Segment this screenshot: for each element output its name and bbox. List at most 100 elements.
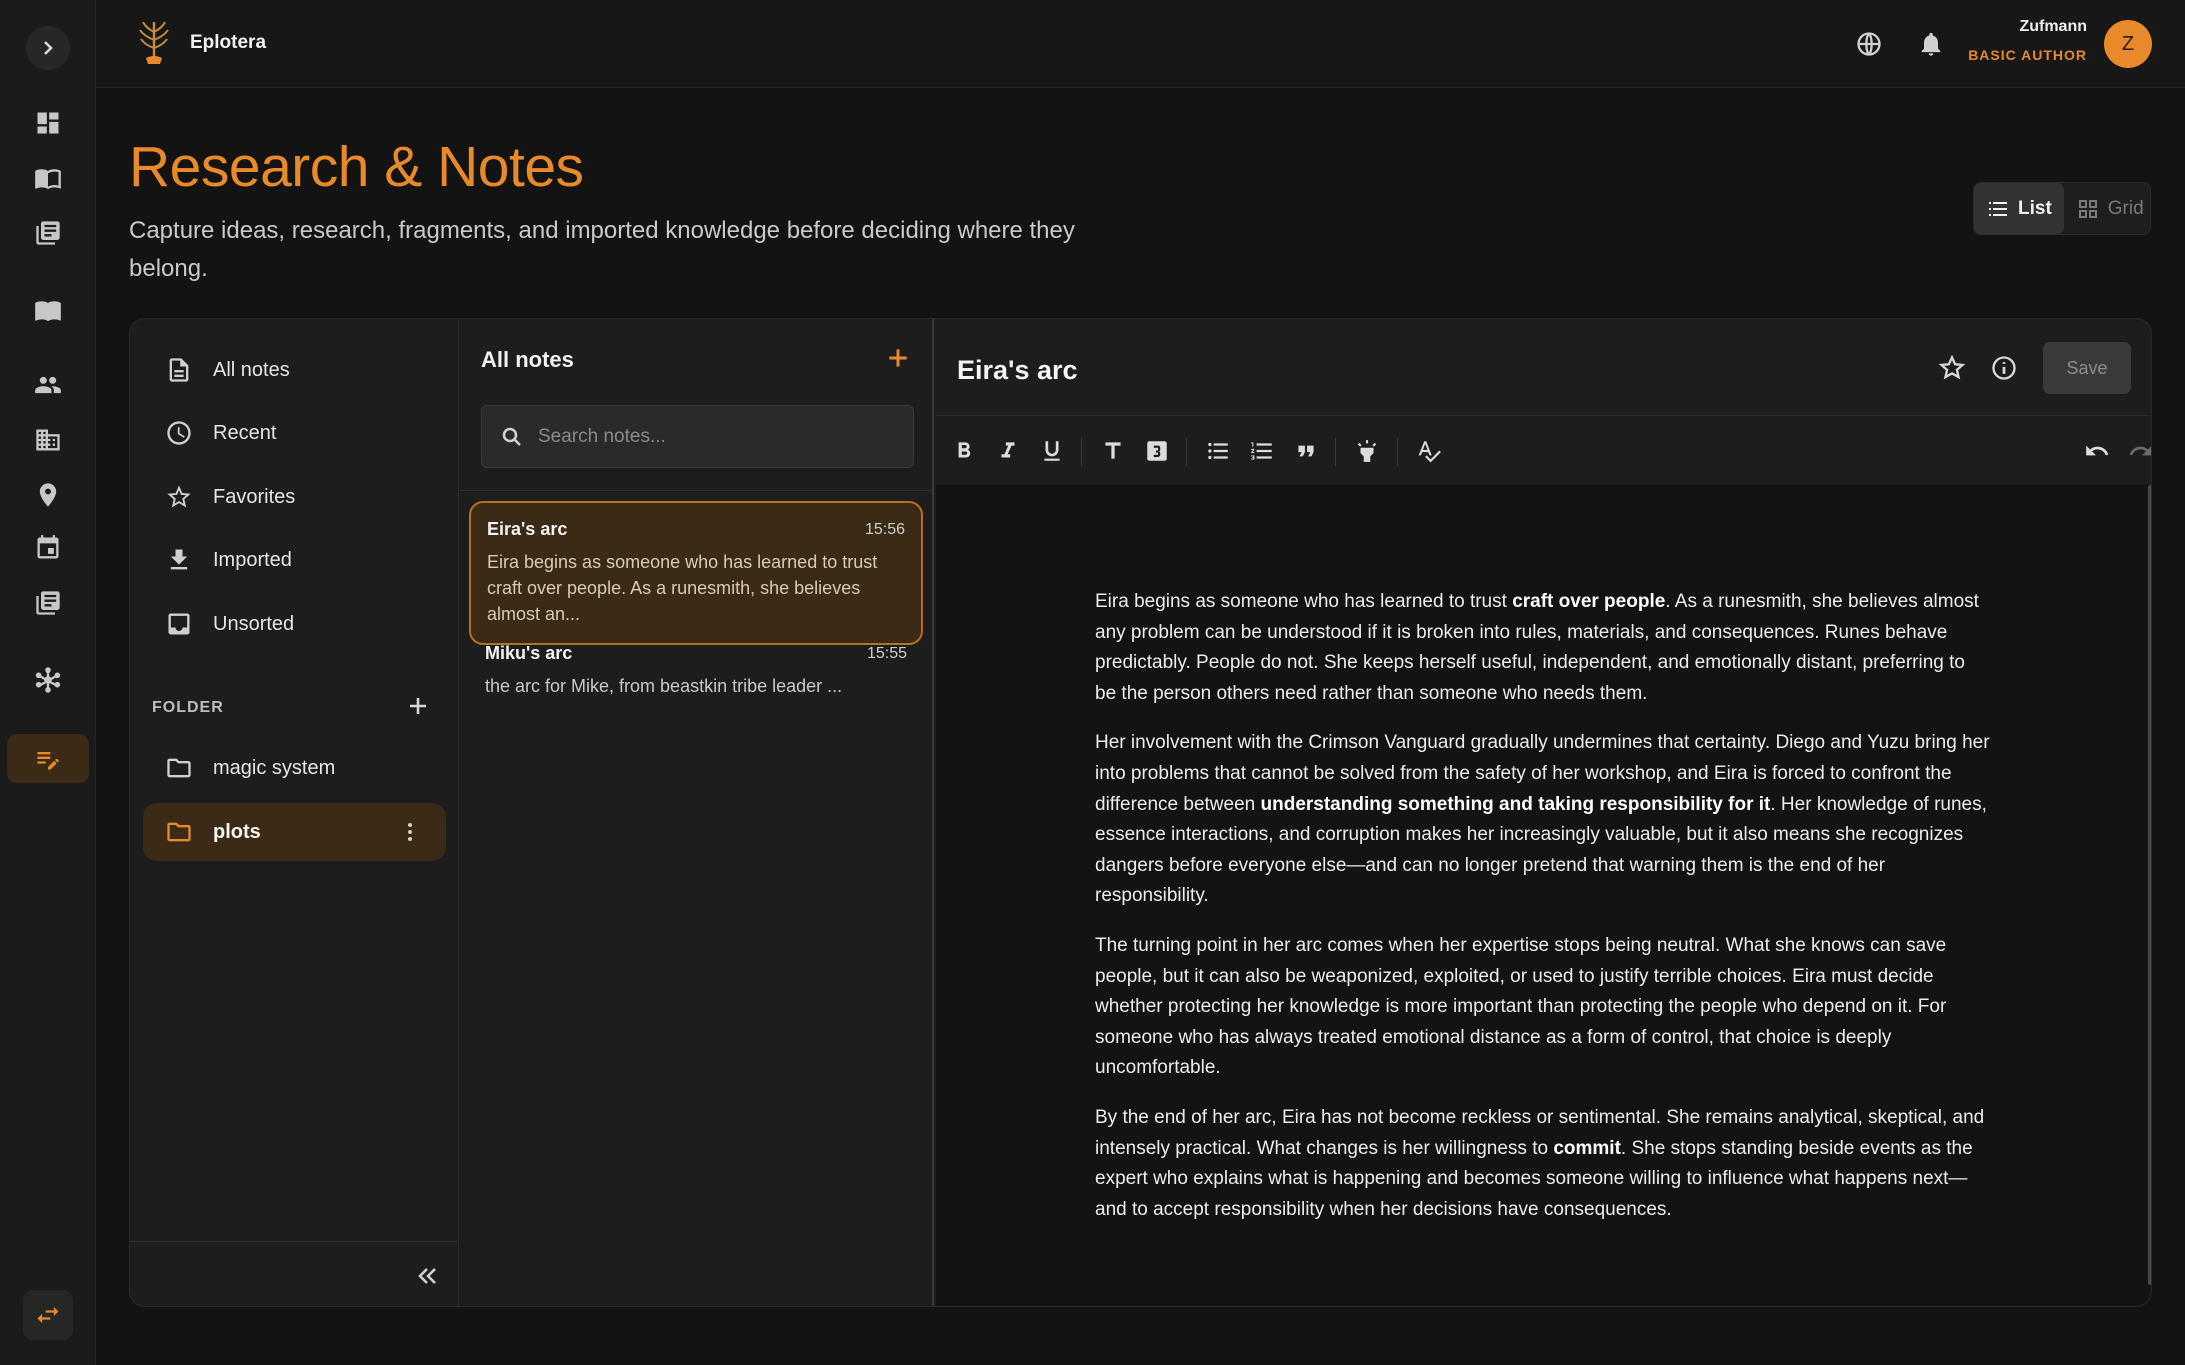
nav-recent[interactable]: Recent	[143, 404, 446, 462]
note-preview: the arc for Mike, from beastkin tribe le…	[485, 676, 843, 696]
open-book-icon	[35, 301, 61, 322]
eplotera-logo-icon	[134, 18, 174, 68]
expand-rail-button[interactable]	[26, 26, 70, 70]
note-item[interactable]: Miku's arc 15:55 the arc for Mike, from …	[469, 627, 923, 715]
italic-icon	[1001, 442, 1015, 458]
notes-list-title: All notes	[481, 347, 574, 372]
inbox-icon	[168, 613, 190, 635]
rail-notes-button[interactable]	[7, 734, 89, 783]
folder-heading: FOLDER	[152, 699, 224, 716]
brand[interactable]: Eplotera	[134, 18, 266, 68]
spellcheck-button[interactable]	[1415, 437, 1443, 465]
nav-unsorted[interactable]: Unsorted	[143, 595, 446, 653]
note-paragraph: Eira begins as someone who has learned t…	[1095, 587, 1990, 709]
notes-panel: All notes Recent Favorites Imported Unso…	[129, 318, 2152, 1307]
folder-options-button[interactable]	[398, 820, 422, 844]
editor-scrollbar[interactable]	[2148, 485, 2151, 1285]
more-vertical-icon	[408, 823, 412, 841]
rail-lore-button[interactable]	[0, 578, 96, 628]
rail-codex-button[interactable]	[0, 285, 96, 335]
network-icon	[35, 667, 61, 693]
editor-toolbar	[936, 415, 2151, 485]
rail-dashboard-button[interactable]	[0, 98, 96, 148]
folder-plots[interactable]: plots	[143, 803, 446, 861]
people-icon	[35, 376, 61, 394]
rail-organizations-button[interactable]	[0, 415, 96, 465]
italic-button[interactable]	[994, 437, 1022, 465]
quote-button[interactable]	[1292, 437, 1320, 465]
note-title: Eira's arc	[487, 519, 568, 539]
save-button[interactable]: Save	[2043, 342, 2131, 394]
undo-button[interactable]	[2083, 437, 2111, 465]
bullet-list-button[interactable]	[1204, 437, 1232, 465]
toolbar-separator	[1397, 438, 1398, 466]
nav-label: Favorites	[213, 485, 296, 508]
language-button[interactable]	[1853, 28, 1885, 60]
text-icon	[1105, 442, 1121, 459]
editor-document[interactable]: Eira begins as someone who has learned t…	[936, 485, 2151, 1306]
library-icon	[36, 591, 60, 615]
view-toggle: List Grid	[1973, 182, 2151, 235]
text-size-button[interactable]	[1099, 437, 1127, 465]
star-icon	[1938, 354, 1966, 380]
nav-label: Unsorted	[213, 612, 295, 635]
spellcheck-icon	[1418, 441, 1441, 463]
avatar[interactable]: Z	[2104, 20, 2152, 68]
quote-icon	[1298, 445, 1314, 457]
view-list-button[interactable]: List	[1974, 183, 2064, 234]
rail-characters-button[interactable]	[0, 360, 96, 410]
underline-button[interactable]	[1038, 437, 1066, 465]
folder-magic-system[interactable]: magic system	[143, 739, 446, 797]
note-title: Miku's arc	[485, 643, 573, 663]
rail-books-button[interactable]	[0, 153, 96, 203]
list-icon	[1989, 201, 2007, 216]
plus-icon	[410, 698, 426, 714]
info-button[interactable]	[1988, 352, 2020, 384]
bold-text: understanding something and taking respo…	[1260, 793, 1771, 815]
rail-timeline-button[interactable]	[0, 523, 96, 573]
note-item[interactable]: Eira's arc 15:56 Eira begins as someone …	[469, 501, 923, 645]
view-list-label: List	[2018, 197, 2052, 219]
collapse-nav-button[interactable]	[413, 1262, 441, 1290]
folder-label: plots	[213, 820, 261, 843]
swap-arrows-icon	[37, 1306, 59, 1324]
search-input[interactable]	[538, 418, 898, 455]
bold-button[interactable]	[950, 437, 978, 465]
calendar-icon	[37, 535, 59, 559]
nav-label: All notes	[213, 358, 290, 381]
nav-label: Recent	[213, 421, 277, 444]
rail-locations-button[interactable]	[0, 470, 96, 520]
notifications-button[interactable]	[1915, 28, 1947, 60]
notes-list: All notes Eira's arc 15:56 Eira begins a…	[459, 319, 934, 1306]
top-bar: Eplotera Zufmann BASIC AUTHOR Z	[96, 0, 2185, 88]
switch-project-button[interactable]	[23, 1290, 73, 1340]
nav-imported[interactable]: Imported	[143, 531, 446, 589]
favorite-button[interactable]	[1936, 352, 1968, 384]
plus-icon	[889, 349, 907, 367]
nav-label: Imported	[213, 548, 292, 571]
rail-relations-button[interactable]	[0, 655, 96, 705]
left-rail	[0, 0, 96, 1365]
notes-nav: All notes Recent Favorites Imported Unso…	[130, 319, 459, 1306]
chevron-right-icon	[44, 41, 53, 55]
add-folder-button[interactable]	[403, 691, 433, 721]
heading-box-icon	[1147, 441, 1167, 461]
location-pin-icon	[39, 483, 57, 507]
nav-all-notes[interactable]: All notes	[143, 341, 446, 399]
add-note-button[interactable]	[885, 345, 915, 375]
nav-favorites[interactable]: Favorites	[143, 468, 446, 526]
notes-edit-icon	[37, 751, 59, 769]
view-grid-button[interactable]: Grid	[2064, 183, 2156, 234]
numbered-list-button[interactable]	[1248, 437, 1276, 465]
page-title: Research & Notes	[129, 135, 584, 199]
dashboard-icon	[37, 112, 59, 134]
heading-button[interactable]	[1143, 437, 1171, 465]
download-icon	[170, 549, 188, 570]
note-body[interactable]: Eira begins as someone who has learned t…	[1095, 587, 1990, 1244]
note-editor-title[interactable]: Eira's arc	[957, 355, 1078, 386]
clock-icon	[167, 421, 191, 445]
highlight-button[interactable]	[1353, 437, 1381, 465]
list-divider	[459, 490, 932, 491]
redo-button[interactable]	[2127, 437, 2151, 465]
rail-library-button[interactable]	[0, 208, 96, 258]
